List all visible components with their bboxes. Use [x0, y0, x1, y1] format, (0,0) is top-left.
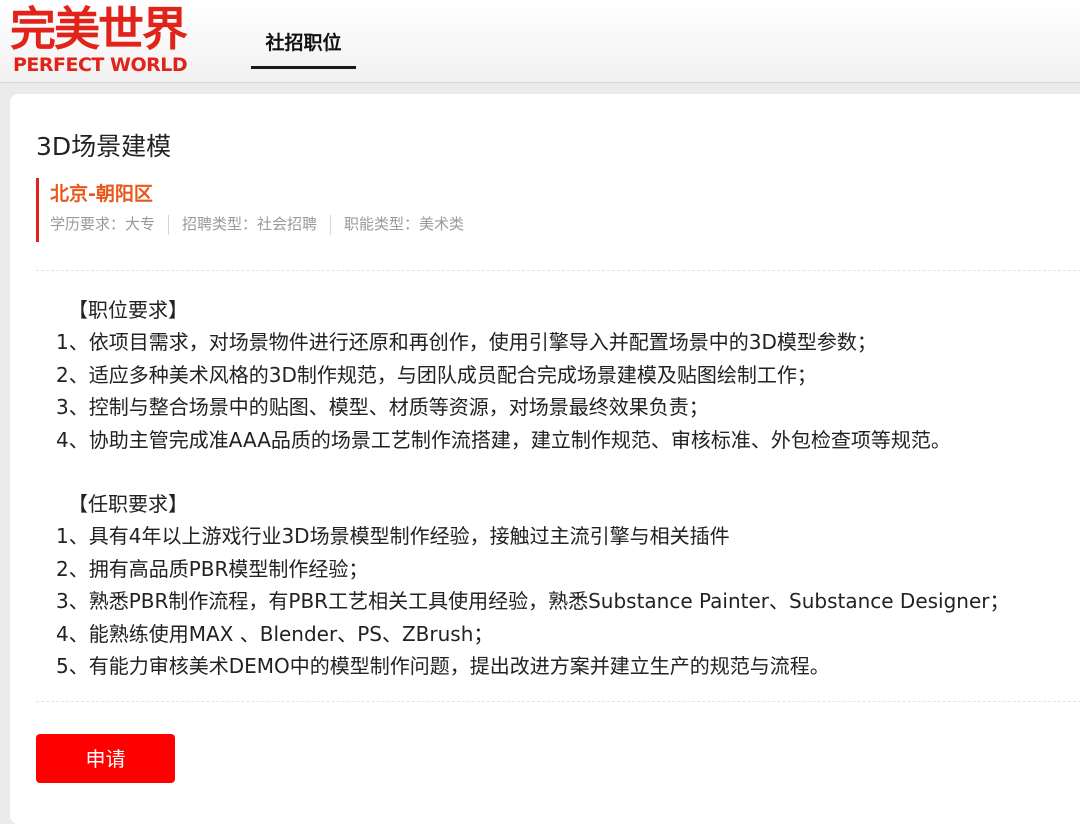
education-requirement: 学历要求：大专 [50, 215, 156, 233]
job-meta: 学历要求：大专 招聘类型：社会招聘 职能类型：美术类 [50, 213, 464, 235]
logo-chinese-text: 完美世界 [10, 2, 188, 56]
function-type: 职能类型：美术类 [344, 215, 465, 233]
requirements-heading: 【任职要求】 [68, 491, 188, 516]
list-item: 3、控制与整合场景中的贴图、模型、材质等资源，对场景最终效果负责； [56, 395, 709, 420]
section-divider-bottom [36, 701, 1080, 702]
list-item: 4、能熟练使用MAX 、Blender、PS、ZBrush； [56, 621, 494, 646]
tab-social-recruitment[interactable]: 社招职位 [251, 27, 356, 69]
logo-english-text: PERFECT WORLD [13, 54, 188, 76]
list-item: 1、具有4年以上游戏行业3D场景模型制作经验，接触过主流引擎与相关插件 [56, 524, 730, 549]
perfect-world-logo[interactable]: 完美世界 PERFECT WORLD [10, 4, 220, 78]
list-item: 3、熟悉PBR制作流程，有PBR工艺相关工具使用经验，熟悉Substance P… [56, 589, 1010, 614]
responsibilities-heading: 【职位要求】 [68, 298, 188, 322]
meta-divider [330, 214, 332, 235]
list-item: 2、拥有高品质PBR模型制作经验； [56, 556, 369, 581]
job-detail-card: 3D场景建模 北京-朝阳区 学历要求：大专 招聘类型：社会招聘 职能类型：美术类 【… [10, 94, 1080, 824]
apply-button[interactable]: 申请 [36, 734, 175, 783]
list-item: 2、适应多种美术风格的3D制作规范，与团队成员配合完成场景建模及贴图绘制工作； [56, 362, 817, 387]
job-info-block: 北京-朝阳区 学历要求：大专 招聘类型：社会招聘 职能类型：美术类 [36, 178, 464, 242]
top-navigation-bar: 完美世界 PERFECT WORLD 社招职位 [0, 0, 1080, 83]
list-item: 5、有能力审核美术DEMO中的模型制作问题，提出改进方案并建立生产的规范与流程。 [56, 653, 830, 678]
job-description: 【职位要求】 1、依项目需求，对场景物件进行还原和再创作，使用引擎导入并配置场景… [56, 294, 1080, 682]
job-location: 北京-朝阳区 [50, 183, 153, 205]
list-item: 1、依项目需求，对场景物件进行还原和再创作，使用引擎导入并配置场景中的3D模型参… [56, 330, 877, 355]
section-divider-top [36, 270, 1080, 271]
meta-divider [168, 214, 170, 235]
job-title: 3D场景建模 [36, 132, 172, 161]
list-item: 4、协助主管完成准AAA品质的场景工艺制作流搭建，建立制作规范、审核标准、外包检… [56, 427, 951, 452]
recruitment-type: 招聘类型：社会招聘 [182, 215, 318, 233]
